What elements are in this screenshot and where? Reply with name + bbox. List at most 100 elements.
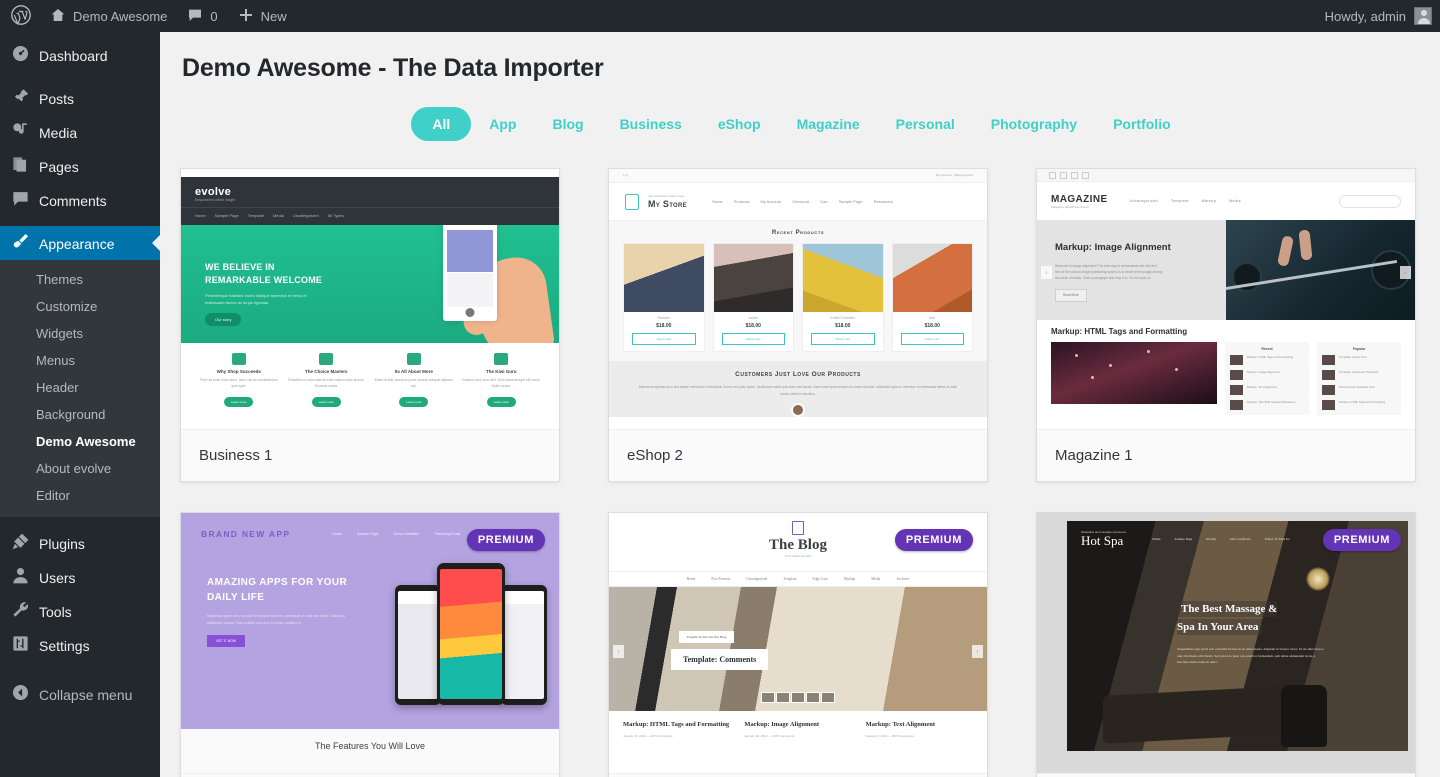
shopping-bag-icon (625, 193, 639, 210)
demo-card-title: Business 1 (181, 429, 559, 481)
nav-item: Archives (896, 577, 910, 581)
demo-grid: evolve Empowered online insight Home Sam… (160, 141, 1440, 777)
nav-item: Home (1152, 536, 1161, 541)
filter-tab-portfolio[interactable]: Portfolio (1095, 107, 1189, 141)
theme-hero: Popular Stories On Our Blog Template: Co… (609, 587, 987, 711)
demo-preview-image: MAGAZINE Magazine WordPress theme Uncate… (1037, 169, 1415, 429)
hero-label: Popular Stories On Our Blog (679, 631, 735, 643)
nav-item: Home (711, 199, 723, 204)
post-list: Markup: HTML Tags and Formatting January… (609, 711, 987, 738)
nav-item: Sample Page (1174, 536, 1193, 541)
sidebar-subitem-themes[interactable]: Themes (0, 266, 160, 293)
theme-logo: MAGAZINE (1051, 193, 1108, 205)
hero-button: GET IT NOW (207, 634, 246, 647)
comments-count: 0 (210, 8, 218, 24)
post-item: Markup: Text Alignment January 9, 2013 —… (866, 721, 973, 738)
demo-preview-image: evolve Empowered online insight Home Sam… (181, 169, 559, 429)
demo-card-title: App 1 (181, 773, 559, 777)
filter-tab-magazine[interactable]: Magazine (779, 107, 878, 141)
my-account-menu[interactable]: Howdy, admin (1325, 7, 1440, 25)
filter-tab-eshop[interactable]: eShop (700, 107, 779, 141)
testimonial-section: Customers Just Love Our Products Maecena… (609, 361, 987, 418)
wordpress-logo-menu[interactable] (0, 0, 40, 32)
collapse-menu-button[interactable]: Collapse menu (0, 677, 160, 711)
filter-tab-app[interactable]: App (471, 107, 534, 141)
feature-button: Learn more (224, 396, 254, 407)
theme-logo: evolve (195, 186, 232, 198)
nav-item: Sample Page (356, 532, 379, 536)
howdy-label: Howdy, admin (1324, 8, 1406, 24)
sidebar-subitem-menus[interactable]: Menus (0, 347, 160, 374)
theme-header: MAGAZINE Magazine WordPress theme Uncate… (1037, 182, 1415, 220)
sidebar-subitem-editor[interactable]: Editor (0, 482, 160, 509)
features-title: The Features You Will Love (314, 741, 426, 751)
sidebar-item-media[interactable]: Media (0, 115, 160, 149)
demo-card-blog-1[interactable]: PREMIUM The Blog Your simple headline Ho… (608, 512, 988, 777)
new-label: New (260, 8, 287, 24)
hero-text: Suspendisse eget est id erat convallis l… (1177, 646, 1324, 665)
sidebar-item-label: Media (39, 124, 78, 141)
main-content: Demo Awesome - The Data Importer All App… (160, 32, 1440, 777)
demo-card-magazine-1[interactable]: MAGAZINE Magazine WordPress theme Uncate… (1036, 168, 1416, 482)
demo-card-title: Spa 1 (1037, 773, 1415, 777)
avatar (1414, 7, 1432, 25)
phones-illustration (395, 563, 547, 705)
sidebar-item-settings[interactable]: Settings (0, 628, 160, 662)
new-content-menu[interactable]: New (228, 0, 297, 32)
demo-preview-image: f t g My Account Shopping Cart Your aweso… (609, 169, 987, 429)
wrench-icon (11, 600, 30, 622)
sidebar-item-comments[interactable]: Comments (0, 183, 160, 217)
hero-text: Pellentesque habitant morbi tristique se… (205, 293, 307, 306)
sidebar-item-plugins[interactable]: Plugins (0, 526, 160, 560)
filter-tab-photography[interactable]: Photography (973, 107, 1095, 141)
sidebar-subitem-demo-awesome[interactable]: Demo Awesome (0, 428, 160, 455)
sidebar-item-appearance[interactable]: Appearance (0, 226, 160, 260)
sidebar-item-users[interactable]: Users (0, 560, 160, 594)
slider-prev-icon: ‹ (1041, 266, 1052, 279)
sidebar-item-pages[interactable]: Pages (0, 149, 160, 183)
nav-item: Sample Page (838, 199, 863, 204)
nav-item: Pricing (1206, 536, 1216, 541)
nav-item: Gift Certificate (1229, 536, 1251, 541)
filter-tab-personal[interactable]: Personal (878, 107, 973, 141)
premium-badge: PREMIUM (466, 529, 545, 551)
chair (1281, 685, 1327, 747)
nav-item: Products (733, 199, 750, 204)
slider-thumbnails (761, 692, 835, 703)
sidebar-subitem-about-evolve[interactable]: About evolve (0, 455, 160, 482)
admin-bar: Demo Awesome 0 New Howdy, admin (0, 0, 1440, 32)
comments-bubble[interactable]: 0 (177, 0, 227, 32)
hero-title-line1: AMAZING APPS FOR YOUR (207, 577, 348, 588)
demo-card-business-1[interactable]: evolve Empowered online insight Home Sam… (180, 168, 560, 482)
sidebar-item-label: Users (39, 569, 76, 586)
pin-icon (11, 87, 30, 109)
sidebar-item-dashboard[interactable]: Dashboard (0, 38, 160, 72)
sidebar-item-tools[interactable]: Tools (0, 594, 160, 628)
product-price: $18.00 (924, 323, 940, 329)
sidebar-subitem-header[interactable]: Header (0, 374, 160, 401)
hero-title: Markup: Image Alignment (1055, 242, 1171, 253)
demo-card-app-1[interactable]: PREMIUM BRAND NEW APP Home Sample Page G… (180, 512, 560, 777)
sidebar-subitem-background[interactable]: Background (0, 401, 160, 428)
sidebar-subitem-widgets[interactable]: Widgets (0, 320, 160, 347)
demo-card-spa-1[interactable]: PREMIUM Relaxation and massage experienc… (1036, 512, 1416, 777)
sliders-icon (319, 353, 334, 365)
product-title: Jacket (748, 316, 759, 320)
filter-tab-blog[interactable]: Blog (534, 107, 601, 141)
demo-card-eshop-2[interactable]: f t g My Account Shopping Cart Your aweso… (608, 168, 988, 482)
feature-button: Learn more (486, 396, 516, 407)
filter-tab-all[interactable]: All (411, 107, 472, 141)
site-name-label: Demo Awesome (73, 8, 168, 24)
list-item: Template: Sticky Post (1322, 355, 1396, 365)
nav-item: Theme by Email (434, 532, 461, 536)
premium-badge: PREMIUM (1322, 529, 1401, 551)
bag-icon (231, 353, 246, 365)
feature-item: Why Shop Succeeds Proin sit amet diam do… (195, 353, 283, 408)
sidebar-item-posts[interactable]: Posts (0, 81, 160, 115)
site-name-menu[interactable]: Demo Awesome (40, 0, 177, 32)
page-title: Demo Awesome - The Data Importer (182, 54, 604, 82)
sidebar-subitem-customize[interactable]: Customize (0, 293, 160, 320)
filter-tab-business[interactable]: Business (602, 107, 700, 141)
massage-table (1103, 686, 1283, 744)
pages-icon (11, 155, 30, 177)
